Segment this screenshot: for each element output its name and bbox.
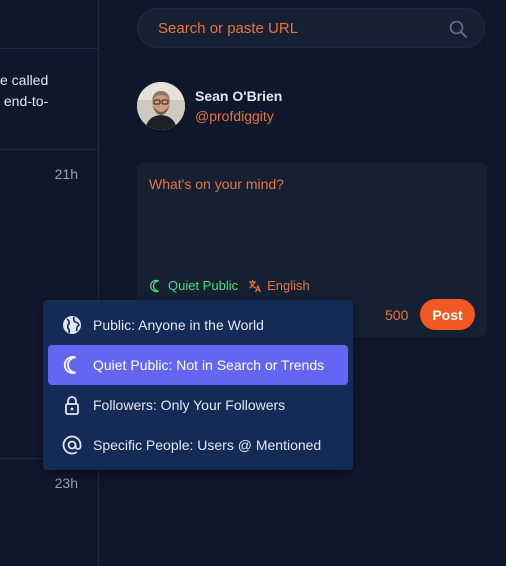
- visibility-option-quiet-public[interactable]: Quiet Public: Not in Search or Trends: [48, 345, 348, 385]
- option-label: Public: Anyone in the World: [93, 317, 264, 333]
- avatar[interactable]: [137, 82, 185, 130]
- language-label: English: [267, 278, 310, 293]
- user-handle[interactable]: @profdiggity: [195, 108, 274, 124]
- composer-meta: Quiet Public English: [149, 278, 310, 293]
- visibility-option-public[interactable]: Public: Anyone in the World: [48, 305, 348, 345]
- search-icon[interactable]: [448, 19, 468, 39]
- translate-icon: [249, 279, 262, 292]
- composer-textarea[interactable]: What's on your mind?: [149, 176, 284, 192]
- character-counter: 500: [385, 307, 409, 323]
- visibility-option-specific-people[interactable]: Specific People: Users @ Mentioned: [48, 425, 348, 465]
- feed-column: e called end-to- 21h 23h: [0, 0, 99, 566]
- moon-icon: [150, 279, 159, 292]
- search-bar[interactable]: Search or paste URL: [137, 8, 485, 48]
- post-button[interactable]: Post: [420, 299, 475, 330]
- option-label: Specific People: Users @ Mentioned: [93, 437, 322, 453]
- visibility-dropdown: Public: Anyone in the World Quiet Public…: [43, 300, 353, 470]
- feed-divider: [0, 48, 98, 49]
- post-timestamp[interactable]: 21h: [55, 166, 78, 182]
- lock-icon: [61, 394, 83, 416]
- search-input[interactable]: Search or paste URL: [158, 20, 298, 37]
- post-snippet[interactable]: e called end-to-: [0, 70, 48, 112]
- post-timestamp[interactable]: 23h: [55, 475, 78, 491]
- user-display-name[interactable]: Sean O'Brien: [195, 88, 282, 104]
- language-selector[interactable]: English: [248, 278, 310, 293]
- feed-divider: [0, 149, 98, 150]
- option-label: Followers: Only Your Followers: [93, 397, 286, 413]
- visibility-label: Quiet Public: [168, 278, 239, 293]
- visibility-option-followers[interactable]: Followers: Only Your Followers: [48, 385, 348, 425]
- snippet-line: e called: [0, 72, 49, 88]
- globe-icon: [61, 314, 83, 336]
- visibility-selector[interactable]: Quiet Public: [149, 278, 238, 293]
- moon-icon: [61, 354, 83, 376]
- option-label: Quiet Public: Not in Search or Trends: [93, 357, 325, 373]
- at-icon: [61, 434, 83, 456]
- snippet-line: end-to-: [0, 93, 49, 109]
